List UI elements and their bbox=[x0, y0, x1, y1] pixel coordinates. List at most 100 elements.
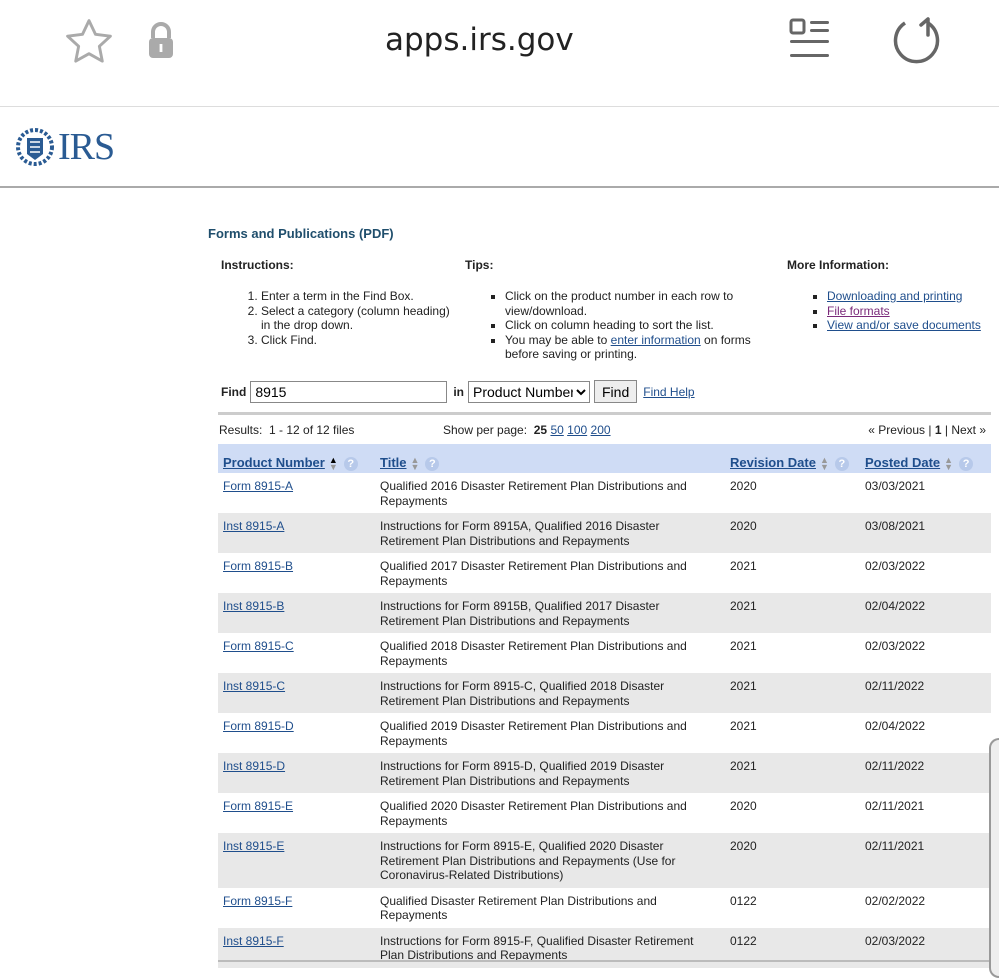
star-icon[interactable] bbox=[62, 15, 116, 69]
posted-date-cell: 03/08/2021 bbox=[860, 513, 991, 553]
pagination: « Previous | 1 | Next » bbox=[868, 423, 986, 437]
help-icon[interactable]: ? bbox=[425, 457, 440, 471]
tip-text: You may be able to bbox=[505, 332, 611, 347]
posted-date-cell: 02/04/2022 bbox=[865, 719, 926, 733]
product-number-cell: Form 8915-C bbox=[218, 633, 375, 673]
product-link[interactable]: Inst 8915-C bbox=[223, 679, 285, 693]
lock-icon bbox=[149, 22, 173, 58]
sort-product-number-link[interactable]: Product Number bbox=[223, 455, 325, 470]
help-icon[interactable]: ? bbox=[959, 457, 974, 471]
revision-date-cell: 2021 bbox=[730, 559, 757, 573]
product-link[interactable]: Form 8915-C bbox=[223, 639, 294, 653]
column-header-posted-date: Posted Date ▲ ▼? bbox=[860, 444, 991, 473]
per-page-current: 25 bbox=[533, 423, 548, 437]
posted-date-cell: 02/11/2022 bbox=[860, 753, 991, 793]
revision-date-cell: 2020 bbox=[730, 479, 757, 493]
find-label: Find bbox=[221, 384, 247, 399]
posted-date-cell: 02/11/2022 bbox=[860, 673, 991, 713]
revision-date-cell: 2021 bbox=[730, 639, 757, 653]
product-link[interactable]: Inst 8915-A bbox=[223, 519, 284, 533]
column-header-product-number: Product Number ▲ ▼? bbox=[218, 444, 375, 473]
category-select[interactable]: Product Number bbox=[468, 380, 590, 403]
sort-arrows-icon[interactable]: ▲ ▼ bbox=[411, 456, 420, 472]
product-link[interactable]: Form 8915-E bbox=[223, 799, 293, 813]
tips-section: Tips: Click on the product number in eac… bbox=[465, 258, 775, 362]
reload-icon[interactable] bbox=[888, 15, 940, 67]
product-link[interactable]: Inst 8915-F bbox=[223, 934, 284, 948]
product-link[interactable]: Form 8915-A bbox=[223, 479, 293, 493]
revision-date-cell: 2021 bbox=[725, 593, 860, 633]
file-formats-link[interactable]: File formats bbox=[827, 304, 890, 318]
find-help-link[interactable]: Find Help bbox=[643, 385, 694, 399]
posted-date-cell: 02/03/2022 bbox=[865, 639, 926, 653]
instruction-item: Select a category (column heading) in th… bbox=[261, 304, 461, 333]
product-link[interactable]: Inst 8915-E bbox=[223, 839, 284, 853]
revision-date-cell: 2021 bbox=[725, 753, 860, 793]
title-cell: Qualified 2019 Disaster Retirement Plan … bbox=[380, 719, 687, 748]
table-row: Form 8915-D Qualified 2019 Disaster Reti… bbox=[218, 713, 991, 753]
reader-mode-icon[interactable] bbox=[788, 18, 832, 62]
table-row: Form 8915-E Qualified 2020 Disaster Reti… bbox=[218, 793, 991, 833]
url-bar[interactable]: apps.irs.gov bbox=[385, 22, 574, 58]
sort-title-link[interactable]: Title bbox=[380, 455, 407, 470]
title-cell: Instructions for Form 8915B, Qualified 2… bbox=[375, 593, 725, 633]
sort-revision-date-link[interactable]: Revision Date bbox=[730, 455, 816, 470]
find-bar: Find in Product Number Find Find Help bbox=[221, 380, 695, 403]
product-number-cell: Inst 8915-E bbox=[218, 833, 375, 888]
revision-date-cell: 2021 bbox=[730, 719, 757, 733]
title-cell: Instructions for Form 8915-E, Qualified … bbox=[375, 833, 725, 888]
posted-date-cell: 02/11/2021 bbox=[860, 833, 991, 888]
table-row: Inst 8915-D Instructions for Form 8915-D… bbox=[218, 753, 991, 793]
revision-date-cell: 2020 bbox=[725, 833, 860, 888]
product-link[interactable]: Form 8915-D bbox=[223, 719, 294, 733]
divider bbox=[218, 412, 991, 415]
product-number-cell: Form 8915-E bbox=[218, 793, 375, 833]
sort-posted-date-link[interactable]: Posted Date bbox=[865, 455, 940, 470]
table-row: Form 8915-F Qualified Disaster Retiremen… bbox=[218, 888, 991, 928]
tips-heading: Tips: bbox=[465, 258, 494, 272]
product-link[interactable]: Form 8915-F bbox=[223, 894, 292, 908]
view-save-documents-link[interactable]: View and/or save documents bbox=[827, 318, 981, 332]
instructions-heading: Instructions: bbox=[221, 258, 294, 272]
help-icon[interactable]: ? bbox=[343, 457, 358, 471]
column-header-revision-date: Revision Date ▲ ▼? bbox=[725, 444, 860, 473]
sort-arrows-icon[interactable]: ▲ ▼ bbox=[820, 456, 829, 472]
tip-item: You may be able to enter information on … bbox=[505, 333, 775, 362]
product-link[interactable]: Inst 8915-D bbox=[223, 759, 285, 773]
per-page-100[interactable]: 100 bbox=[567, 423, 587, 437]
next-link[interactable]: Next » bbox=[951, 423, 986, 437]
per-page: Show per page: 25 50 100 200 bbox=[443, 423, 611, 437]
per-page-200[interactable]: 200 bbox=[591, 423, 611, 437]
posted-date-cell: 02/11/2021 bbox=[865, 799, 925, 813]
find-button[interactable]: Find bbox=[594, 380, 638, 403]
tip-item: Click on column heading to sort the list… bbox=[505, 318, 775, 333]
find-input[interactable] bbox=[250, 380, 448, 403]
title-cell: Instructions for Form 8915-D, Qualified … bbox=[375, 753, 725, 793]
column-header-title: Title ▲ ▼? bbox=[375, 444, 725, 473]
table-row: Inst 8915-B Instructions for Form 8915B,… bbox=[218, 593, 991, 633]
scrollbar[interactable] bbox=[989, 738, 999, 978]
results-table: Product Number ▲ ▼? Title ▲ ▼? Revision Date ▲ ▼… bbox=[218, 444, 991, 968]
sort-arrows-icon[interactable]: ▲ ▼ bbox=[329, 456, 338, 472]
posted-date-cell: 02/02/2022 bbox=[865, 893, 926, 908]
posted-date-cell: 02/03/2022 bbox=[865, 559, 926, 573]
sort-arrows-icon[interactable]: ▲ ▼ bbox=[944, 456, 953, 472]
per-page-50[interactable]: 50 bbox=[550, 423, 563, 437]
revision-date-cell: 2021 bbox=[725, 673, 860, 713]
product-number-cell: Inst 8915-A bbox=[218, 513, 375, 553]
title-cell: Instructions for Form 8915-C, Qualified … bbox=[375, 673, 725, 713]
previous-link[interactable]: « Previous bbox=[868, 423, 925, 437]
irs-logo[interactable]: IRS bbox=[14, 125, 115, 169]
enter-information-link[interactable]: enter information bbox=[611, 333, 701, 347]
downloading-printing-link[interactable]: Downloading and printing bbox=[827, 289, 962, 303]
product-link[interactable]: Inst 8915-B bbox=[223, 599, 284, 613]
title-cell: Instructions for Form 8915A, Qualified 2… bbox=[375, 513, 725, 553]
instruction-item: Click Find. bbox=[261, 333, 461, 348]
revision-date-cell: 2020 bbox=[730, 799, 757, 813]
posted-date-cell: 03/03/2021 bbox=[865, 479, 926, 493]
help-icon[interactable]: ? bbox=[834, 457, 849, 471]
product-number-cell: Form 8915-A bbox=[218, 473, 375, 513]
revision-date-cell: 2020 bbox=[725, 513, 860, 553]
product-link[interactable]: Form 8915-B bbox=[223, 559, 293, 573]
table-row: Inst 8915-A Instructions for Form 8915A,… bbox=[218, 513, 991, 553]
